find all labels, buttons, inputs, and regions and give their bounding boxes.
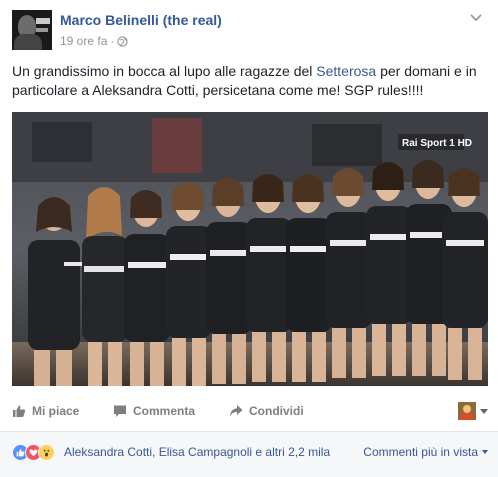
facebook-post: Marco Belinelli (the real) 19 ore fa · U…	[0, 0, 498, 477]
post-meta: 19 ore fa ·	[60, 34, 129, 48]
share-button[interactable]: Condividi	[229, 404, 304, 418]
meta-separator: ·	[110, 34, 115, 48]
caret-down-icon	[480, 408, 488, 414]
wow-reaction-icon	[38, 444, 55, 461]
like-button[interactable]: Mi piace	[12, 404, 79, 418]
thumbs-up-icon	[13, 405, 26, 417]
post-message: Un grandissimo in bocca al lupo alle rag…	[12, 62, 488, 100]
svg-text:Rai Sport 1 HD: Rai Sport 1 HD	[402, 138, 472, 149]
post-timestamp[interactable]: 19 ore fa	[60, 34, 107, 48]
comment-label: Commenta	[133, 404, 196, 418]
comment-sort-dropdown[interactable]: Commenti più in vista	[363, 445, 488, 459]
author-avatar[interactable]	[12, 10, 52, 50]
chevron-down-icon[interactable]	[470, 14, 482, 22]
globe-icon[interactable]	[117, 35, 129, 47]
broadcaster-logo: Rai Sport 1 HD	[398, 134, 472, 150]
setterosa-link[interactable]: Setterosa	[316, 63, 376, 79]
post-as-selector[interactable]	[458, 402, 488, 420]
water-polo-team-photo: Rai Sport 1 HD	[12, 112, 488, 386]
reaction-icons[interactable]	[12, 444, 62, 462]
comment-sort-label: Commenti più in vista	[363, 445, 478, 459]
comment-button[interactable]: Commenta	[113, 404, 195, 418]
post-text-before: Un grandissimo in bocca al lupo alle rag…	[12, 63, 317, 79]
reaction-summary[interactable]: Aleksandra Cotti, Elisa Campagnoli e alt…	[64, 445, 330, 459]
like-label: Mi piace	[32, 404, 80, 418]
viewer-avatar	[458, 402, 476, 420]
post-header: Marco Belinelli (the real) 19 ore fa ·	[12, 10, 482, 52]
caret-down-icon	[482, 450, 488, 454]
author-name[interactable]: Marco Belinelli (the real)	[60, 12, 222, 28]
share-label: Condividi	[249, 404, 304, 418]
post-photo[interactable]: Rai Sport 1 HD	[12, 112, 488, 386]
comment-icon	[114, 405, 126, 417]
post-actions: Mi piace Commenta Condividi	[12, 400, 488, 428]
share-icon	[229, 405, 243, 417]
reactions-bar: Aleksandra Cotti, Elisa Campagnoli e alt…	[0, 432, 498, 477]
